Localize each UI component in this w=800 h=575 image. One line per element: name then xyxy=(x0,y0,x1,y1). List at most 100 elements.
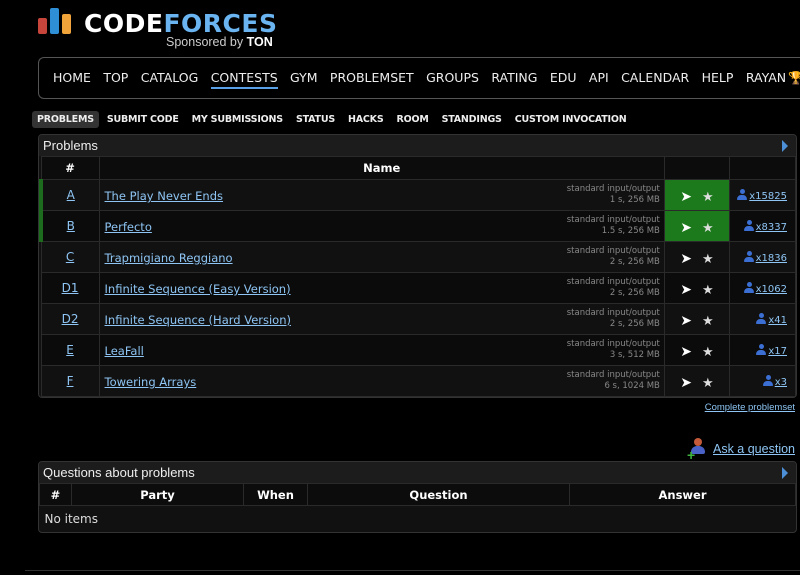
solved-count-link[interactable]: x3 xyxy=(775,377,787,388)
submit-icon[interactable]: ➤ xyxy=(680,375,692,391)
menu-item-contests[interactable]: CONTESTS xyxy=(210,70,278,89)
header-actions xyxy=(663,156,730,180)
solved-count-link[interactable]: x17 xyxy=(768,346,787,357)
menu-item-problemset[interactable]: PROBLEMSET xyxy=(330,70,414,89)
problem-name-link[interactable]: The Play Never Ends xyxy=(105,189,223,203)
problem-limits: standard input/output 2 s, 256 MB xyxy=(566,246,660,267)
problem-index: E xyxy=(40,334,100,366)
solved-count-link[interactable]: x1062 xyxy=(756,284,787,295)
submenu-hacks[interactable]: HACKS xyxy=(343,111,388,128)
submenu-standings[interactable]: STANDINGS xyxy=(437,111,507,128)
submenu-custom-invocation[interactable]: CUSTOM INVOCATION xyxy=(510,111,632,128)
problems-box-title: Problems xyxy=(39,135,796,156)
favourite-star-icon[interactable]: ★ xyxy=(702,376,714,391)
favourite-star-icon[interactable]: ★ xyxy=(702,314,714,329)
solved-count: x1062 xyxy=(728,272,796,304)
submit-icon[interactable]: ➤ xyxy=(680,251,692,267)
submenu-problems[interactable]: PROBLEMS xyxy=(32,111,99,128)
favourite-star-icon[interactable]: ★ xyxy=(702,221,714,236)
questions-box: Questions about problems # Party When Qu… xyxy=(38,461,797,533)
problem-index-link[interactable]: B xyxy=(67,219,75,233)
favourite-star-icon[interactable]: ★ xyxy=(702,283,714,298)
menu-item-catalog[interactable]: CATALOG xyxy=(141,70,199,89)
menu-item-calendar[interactable]: CALENDAR xyxy=(621,70,689,89)
problem-actions: ➤ ★ xyxy=(663,179,730,211)
problem-name-cell: The Play Never Ends standard input/output… xyxy=(98,179,665,211)
header-answer: Answer xyxy=(569,483,796,506)
user-icon xyxy=(743,250,754,263)
problem-index: A xyxy=(39,179,100,211)
problem-index-link[interactable]: D2 xyxy=(62,312,79,326)
submit-icon[interactable]: ➤ xyxy=(680,313,692,329)
menu-item-api[interactable]: API xyxy=(589,70,609,89)
problem-index-link[interactable]: E xyxy=(66,343,74,357)
user-icon xyxy=(737,188,748,201)
problem-index-link[interactable]: D1 xyxy=(62,281,79,295)
table-row: B Perfecto standard input/output 1.5 s, 256… xyxy=(39,210,796,242)
menu-item-home[interactable]: HOME xyxy=(53,70,91,89)
submit-icon[interactable]: ➤ xyxy=(680,344,692,360)
menu-item-top[interactable]: TOP xyxy=(103,70,128,89)
solved-count-link[interactable]: x41 xyxy=(768,315,787,326)
menu-item-groups[interactable]: GROUPS xyxy=(426,70,479,89)
problem-name-link[interactable]: Infinite Sequence (Easy Version) xyxy=(105,282,291,296)
main-menu: HOME TOP CATALOG CONTESTS GYM PROBLEMSET GROUP… xyxy=(38,57,800,99)
ask-question-icon[interactable]: + xyxy=(687,438,709,463)
problem-limits: standard input/output 2 s, 256 MB xyxy=(566,308,660,329)
codeforces-logo[interactable]: CODEFORCES Sponsored by TON xyxy=(38,8,298,50)
user-icon xyxy=(762,374,773,387)
problem-index-link[interactable]: A xyxy=(67,188,75,202)
problems-box: Problems # Name A The Play Never Ends stan… xyxy=(38,134,797,398)
submit-icon[interactable]: ➤ xyxy=(680,282,692,298)
problem-name-link[interactable]: Infinite Sequence (Hard Version) xyxy=(105,313,291,327)
submit-icon[interactable]: ➤ xyxy=(680,220,692,236)
expand-arrow-icon[interactable] xyxy=(782,467,788,479)
solved-count: x1836 xyxy=(728,241,796,273)
menu-item-rayan[interactable]: RAYAN 🏆 xyxy=(746,70,800,89)
submenu-submit-code[interactable]: SUBMIT CODE xyxy=(102,111,184,128)
complete-problemset-link-wrap: Complete problemset xyxy=(705,402,795,413)
solved-count-link[interactable]: x15825 xyxy=(749,191,787,202)
footer-divider xyxy=(25,570,800,571)
solved-count: x15825 xyxy=(728,179,796,211)
table-row: A The Play Never Ends standard input/outpu… xyxy=(39,179,796,211)
solved-count-link[interactable]: x8337 xyxy=(756,222,787,233)
submenu-status[interactable]: STATUS xyxy=(291,111,340,128)
problem-index-link[interactable]: F xyxy=(67,374,74,388)
solved-count: x8337 xyxy=(728,210,796,242)
complete-problemset-link[interactable]: Complete problemset xyxy=(705,402,795,413)
solved-count-link[interactable]: x1836 xyxy=(756,253,787,264)
header-party: Party xyxy=(71,483,244,506)
problem-index-link[interactable]: C xyxy=(66,250,74,264)
submit-icon[interactable]: ➤ xyxy=(680,189,692,205)
header-idx: # xyxy=(39,483,72,506)
table-row: F Towering Arrays standard input/output 6 s… xyxy=(40,365,796,397)
problem-actions: ➤ ★ xyxy=(663,334,730,366)
favourite-star-icon[interactable]: ★ xyxy=(702,345,714,360)
submenu-my-submissions[interactable]: MY SUBMISSIONS xyxy=(187,111,288,128)
user-icon xyxy=(756,343,767,356)
header-question: Question xyxy=(307,483,570,506)
problem-name-cell: Towering Arrays standard input/output 6 s,… xyxy=(98,365,665,397)
menu-item-gym[interactable]: GYM xyxy=(290,70,317,89)
ask-question: + Ask a question xyxy=(687,438,795,463)
problem-name-link[interactable]: Trapmigiano Reggiano xyxy=(105,251,233,265)
problem-actions: ➤ ★ xyxy=(663,272,730,304)
menu-item-rating[interactable]: RATING xyxy=(491,70,537,89)
problem-name-link[interactable]: LeaFall xyxy=(105,344,144,358)
problem-name-link[interactable]: Perfecto xyxy=(105,220,152,234)
problem-index: D2 xyxy=(40,303,100,335)
expand-arrow-icon[interactable] xyxy=(782,140,788,152)
favourite-star-icon[interactable]: ★ xyxy=(702,252,714,267)
menu-item-help[interactable]: HELP xyxy=(702,70,734,89)
problem-limits: standard input/output 1 s, 256 MB xyxy=(566,184,660,205)
problem-name-link[interactable]: Towering Arrays xyxy=(105,375,197,389)
problem-name-cell: Infinite Sequence (Easy Version) standard… xyxy=(98,272,665,304)
submenu-room[interactable]: ROOM xyxy=(391,111,433,128)
problem-limits: standard input/output 2 s, 256 MB xyxy=(566,277,660,298)
ask-question-link[interactable]: Ask a question xyxy=(713,442,795,456)
logo-bars-icon xyxy=(38,8,78,34)
favourite-star-icon[interactable]: ★ xyxy=(702,190,714,205)
menu-item-edu[interactable]: EDU xyxy=(550,70,577,89)
trophy-icon: 🏆 xyxy=(788,70,800,85)
